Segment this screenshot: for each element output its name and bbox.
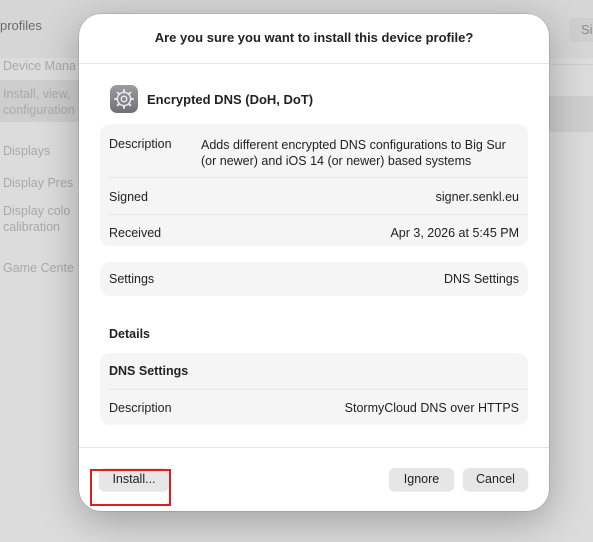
background-search-field: Si	[569, 18, 593, 42]
settings-value: DNS Settings	[443, 272, 519, 286]
background-sidebar-item: Displays	[3, 144, 51, 158]
cancel-button[interactable]: Cancel	[463, 468, 528, 491]
background-sidebar-item: calibration	[3, 220, 60, 234]
row-divider	[109, 214, 528, 215]
dns-description-value: StormyCloud DNS over HTTPS	[344, 401, 519, 415]
signed-value: signer.senkl.eu	[435, 190, 519, 204]
background-sidebar-item: Install, view,	[3, 87, 71, 101]
install-profile-dialog: Are you sure you want to install this de…	[79, 14, 549, 511]
dialog-title: Are you sure you want to install this de…	[154, 30, 474, 45]
footer-divider	[79, 447, 549, 448]
description-value: Adds different encrypted DNS configurati…	[201, 138, 506, 168]
dns-settings-title-label: DNS Settings	[109, 364, 189, 378]
install-highlight-box	[90, 469, 171, 506]
ignore-button[interactable]: Ignore	[389, 468, 454, 491]
background-sidebar-item: Display Pres	[3, 176, 74, 190]
row-divider	[109, 389, 528, 390]
row-divider	[109, 177, 528, 178]
settings-label: Settings	[109, 272, 155, 286]
settings-card: Settings DNS Settings	[100, 262, 528, 296]
background-window-title: profiles	[0, 18, 42, 33]
background-sidebar-item: configuration	[3, 103, 75, 117]
details-heading: Details	[109, 327, 150, 341]
signed-label: Signed	[109, 190, 148, 204]
title-divider	[79, 63, 549, 64]
background-sidebar-item: Device Mana	[3, 59, 76, 73]
received-label: Received	[109, 226, 162, 240]
dns-description-label: Description	[109, 401, 172, 415]
background-content-row	[549, 96, 593, 132]
description-label: Description	[109, 137, 172, 151]
profile-info-card: Description Adds different encrypted DNS…	[100, 124, 528, 246]
dns-settings-card: DNS Settings Description StormyCloud DNS…	[100, 353, 528, 425]
gear-icon	[110, 85, 138, 113]
background-divider	[549, 64, 593, 65]
background-sidebar-item: Display colo	[3, 204, 71, 218]
profile-name: Encrypted DNS (DoH, DoT)	[147, 92, 314, 107]
received-value: Apr 3, 2026 at 5:45 PM	[390, 226, 519, 240]
background-sidebar-item: Game Cente	[3, 261, 74, 275]
